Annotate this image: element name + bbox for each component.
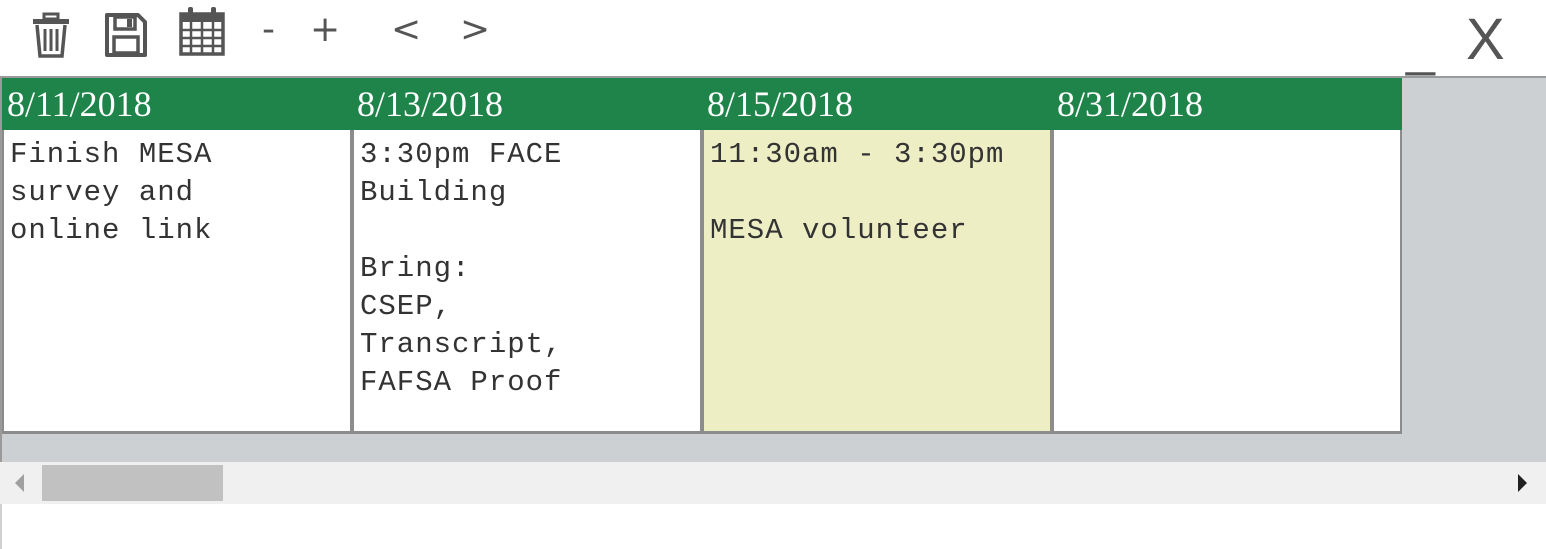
scroll-left-arrow-icon[interactable] [10, 472, 30, 494]
day-header[interactable]: 8/13/2018 [352, 78, 702, 130]
zoom-in-button[interactable]: + [310, 10, 340, 50]
day-column: 8/11/2018 Finish MESA survey and online … [2, 78, 352, 434]
save-icon[interactable] [104, 12, 148, 58]
day-note[interactable]: 11:30am - 3:30pm MESA volunteer [702, 130, 1052, 434]
day-header[interactable]: 8/11/2018 [2, 78, 352, 130]
day-note[interactable]: Finish MESA survey and online link [2, 130, 352, 434]
close-button[interactable]: X [1466, 10, 1505, 70]
previous-button[interactable]: < [391, 10, 421, 50]
horizontal-scrollbar[interactable] [0, 462, 1546, 504]
day-note[interactable] [1052, 130, 1402, 434]
day-header[interactable]: 8/15/2018 [702, 78, 1052, 130]
calendar-board: 8/11/2018 Finish MESA survey and online … [0, 76, 1546, 462]
bottom-panel [0, 504, 1546, 549]
scrollbar-thumb[interactable] [42, 465, 223, 501]
calendar-icon[interactable] [178, 6, 226, 56]
day-header[interactable]: 8/31/2018 [1052, 78, 1402, 130]
zoom-out-button[interactable]: - [262, 10, 275, 50]
day-note[interactable]: 3:30pm FACE Building Bring: CSEP, Transc… [352, 130, 702, 434]
next-button[interactable]: > [460, 10, 490, 50]
scroll-right-arrow-icon[interactable] [1512, 472, 1532, 494]
minimize-button[interactable]: _ [1406, 22, 1435, 74]
day-column: 8/31/2018 [1052, 78, 1402, 434]
toolbar: - + < > _ X [0, 0, 1546, 76]
day-column: 8/15/2018 11:30am - 3:30pm MESA voluntee… [702, 78, 1052, 434]
day-column: 8/13/2018 3:30pm FACE Building Bring: CS… [352, 78, 702, 434]
trash-icon[interactable] [30, 12, 72, 58]
